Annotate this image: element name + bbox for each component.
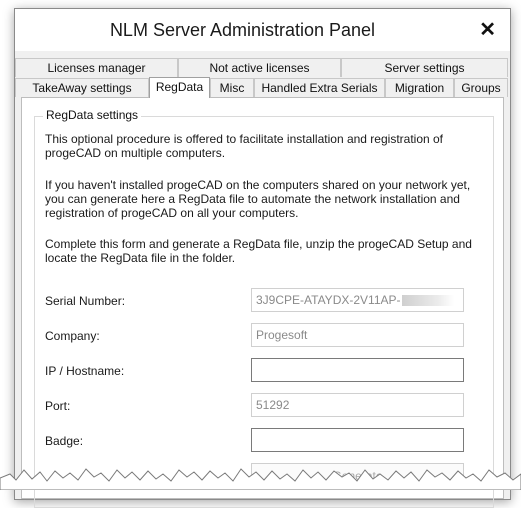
badge-label: Badge: [45, 434, 84, 448]
window-title: NLM Server Administration Panel [109, 20, 376, 40]
tab-regdata[interactable]: RegData [149, 77, 210, 98]
description-paragraph-1: This optional procedure is offered to fa… [45, 132, 444, 160]
tab-groups[interactable]: Groups [454, 78, 508, 97]
description-paragraph-2: If you haven't installed progeCAD on the… [45, 178, 471, 220]
serial-number-label: Serial Number: [45, 294, 126, 308]
title-bar: NLM Server Administration Panel ✕ [15, 9, 510, 51]
close-icon[interactable]: ✕ [479, 17, 496, 42]
tab-not-active-licenses[interactable]: Not active licenses [178, 58, 341, 77]
tab-server-settings[interactable]: Server settings [341, 58, 508, 77]
serial-number-field[interactable]: 3J9CPE-ATAYDX-2V11AP- [251, 288, 464, 312]
nlm-admin-window: NLM Server Administration Panel ✕ Licens… [14, 8, 511, 508]
ip-hostname-label: IP / Hostname: [45, 364, 125, 378]
port-label: Port: [45, 399, 71, 413]
regdata-panel: RegData settings This optional procedure… [21, 97, 504, 508]
tab-takeaway-settings[interactable]: TakeAway settings [15, 78, 149, 97]
serial-number-value: 3J9CPE-ATAYDX-2V11AP- [256, 293, 401, 307]
description-paragraph-3: Complete this form and generate a RegDat… [45, 237, 472, 265]
regdata-settings-group: RegData settings This optional procedure… [34, 108, 494, 508]
tab-misc[interactable]: Misc [210, 78, 254, 97]
port-field[interactable]: 51292 [251, 393, 464, 417]
badge-field[interactable] [251, 428, 464, 452]
group-legend: RegData settings [43, 108, 142, 122]
tab-licenses-manager[interactable]: Licenses manager [15, 58, 178, 77]
ip-hostname-field[interactable] [251, 358, 464, 382]
redaction-blur [401, 295, 454, 307]
company-label: Company: [45, 329, 100, 343]
tab-migration[interactable]: Migration [385, 78, 454, 97]
tab-handled-extra-serials[interactable]: Handled Extra Serials [254, 78, 385, 97]
company-field[interactable]: Progesoft [251, 323, 464, 347]
torn-edge [0, 468, 521, 490]
